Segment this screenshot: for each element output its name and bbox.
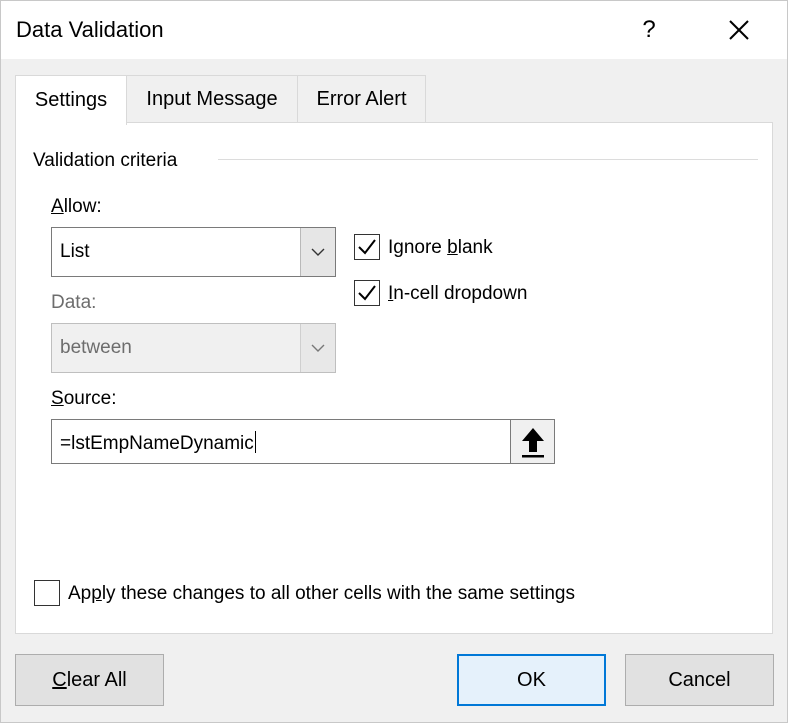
ignore-blank-checkbox[interactable] <box>354 234 380 260</box>
allow-select-value: List <box>60 241 90 262</box>
clear-all-label: Clear All <box>52 668 127 691</box>
tab-error-alert[interactable]: Error Alert <box>297 75 426 123</box>
in-cell-dropdown-label[interactable]: In-cell dropdown <box>388 283 527 305</box>
source-input-value: =lstEmpNameDynamic <box>60 431 256 454</box>
tab-input-message[interactable]: Input Message <box>126 75 298 123</box>
ignore-blank-label[interactable]: Ignore blank <box>388 237 493 259</box>
tab-settings-label: Settings <box>34 89 108 111</box>
validation-criteria-label: Validation criteria <box>33 150 178 171</box>
chevron-down-icon <box>311 248 325 256</box>
source-label: Source: <box>51 388 117 409</box>
help-button[interactable]: ? <box>623 7 675 53</box>
data-label: Data: <box>51 292 97 313</box>
help-icon: ? <box>642 16 656 43</box>
cancel-label: Cancel <box>668 668 731 691</box>
title-bar[interactable]: Data Validation ? <box>1 1 787 59</box>
tab-settings[interactable]: Settings <box>15 75 127 125</box>
data-select: between <box>51 323 336 373</box>
source-input[interactable]: =lstEmpNameDynamic <box>51 419 555 464</box>
clear-all-button[interactable]: Clear All <box>15 654 164 706</box>
close-icon <box>729 20 749 40</box>
tab-error-alert-label: Error Alert <box>316 88 407 110</box>
apply-to-all-checkbox[interactable] <box>34 580 60 606</box>
allow-select[interactable]: List <box>51 227 336 277</box>
up-arrow-icon <box>521 427 544 457</box>
text-caret <box>254 431 256 453</box>
chevron-down-icon <box>311 344 325 352</box>
ok-button[interactable]: OK <box>457 654 606 706</box>
data-select-value: between <box>60 337 132 358</box>
apply-to-all-label[interactable]: Apply these changes to all other cells w… <box>68 583 575 605</box>
data-validation-dialog: Data Validation ? Settings Input Message… <box>0 0 788 723</box>
close-button[interactable] <box>713 7 765 53</box>
cancel-button[interactable]: Cancel <box>625 654 774 706</box>
data-dropdown-button <box>300 324 335 372</box>
ok-label: OK <box>517 668 546 691</box>
collapse-dialog-button[interactable] <box>510 420 554 463</box>
checkmark-icon <box>358 239 376 255</box>
in-cell-dropdown-checkbox[interactable] <box>354 280 380 306</box>
dialog-title: Data Validation <box>16 17 164 42</box>
allow-label: Allow: <box>51 196 102 217</box>
settings-panel: Validation criteria Allow: List Ignore b… <box>15 122 773 634</box>
checkmark-icon <box>358 285 376 301</box>
group-divider <box>218 159 758 160</box>
allow-dropdown-button[interactable] <box>300 228 335 276</box>
tab-input-message-label: Input Message <box>146 88 278 110</box>
